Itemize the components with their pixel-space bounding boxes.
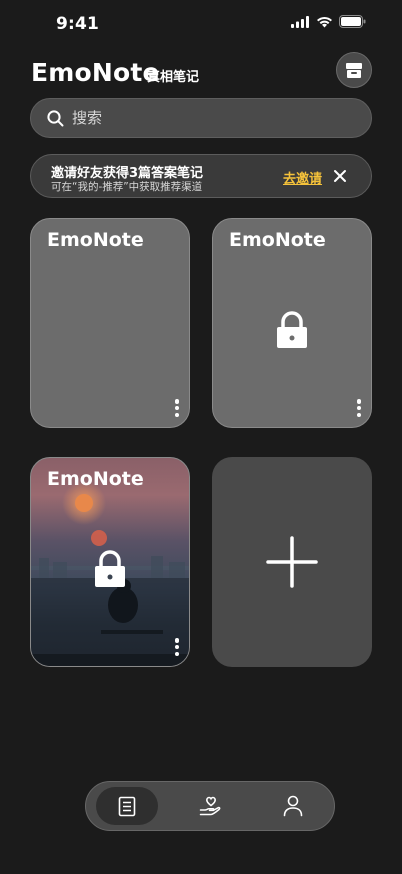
notebook-title: EmoNote	[47, 229, 144, 251]
search-bar[interactable]	[30, 98, 372, 138]
nav-care[interactable]	[180, 787, 242, 825]
battery-icon	[339, 15, 366, 28]
lock-icon	[277, 311, 307, 348]
status-icons	[291, 15, 366, 28]
bottom-nav	[85, 781, 335, 831]
search-input[interactable]	[72, 109, 332, 127]
search-icon	[47, 109, 64, 126]
archive-button[interactable]	[336, 52, 372, 88]
nav-notes[interactable]	[96, 787, 158, 825]
notebook-card[interactable]: EmoNote	[30, 457, 190, 667]
notebook-card[interactable]: EmoNote	[212, 218, 372, 428]
more-vertical-icon[interactable]	[355, 399, 363, 417]
notes-icon	[118, 796, 136, 816]
close-icon[interactable]	[332, 168, 348, 184]
invite-link[interactable]: 去邀请	[283, 168, 322, 187]
status-time: 9:41	[56, 14, 100, 34]
heart-hand-icon	[199, 796, 221, 816]
notebook-card[interactable]: EmoNote	[30, 218, 190, 428]
person-icon	[283, 795, 303, 817]
invite-banner: 邀请好友获得3篇答案笔记 可在“我的-推荐”中获取推荐渠道 去邀请	[30, 154, 372, 198]
add-notebook-button[interactable]	[212, 457, 372, 667]
app-subtitle: 真相笔记	[147, 70, 200, 85]
wifi-icon	[317, 16, 332, 27]
notebook-title: EmoNote	[229, 229, 326, 251]
archive-box-icon	[346, 62, 362, 78]
lock-icon	[95, 550, 125, 587]
invite-subtitle: 可在“我的-推荐”中获取推荐渠道	[51, 181, 203, 193]
status-bar: 9:41	[0, 0, 402, 48]
more-vertical-icon[interactable]	[173, 399, 181, 417]
plus-icon	[266, 536, 318, 588]
app-title: EmoNote	[31, 58, 160, 87]
more-vertical-icon[interactable]	[173, 638, 181, 656]
nav-profile[interactable]	[262, 787, 324, 825]
signal-icon	[291, 15, 309, 28]
notebook-title: EmoNote	[47, 468, 144, 490]
